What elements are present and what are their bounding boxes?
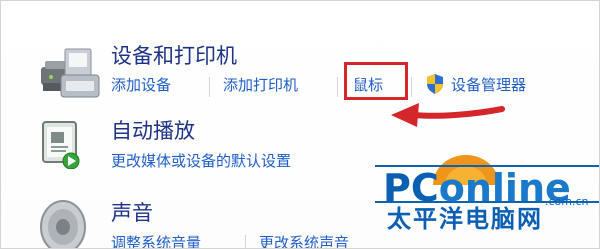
callout-highlight-box	[344, 62, 408, 100]
devices-printers-title[interactable]: 设备和打印机	[111, 46, 237, 67]
change-default-settings-link[interactable]: 更改媒体或设备的默认设置	[111, 154, 291, 169]
link-divider	[337, 77, 338, 97]
watermark-chinese-name: 太平洋电脑网	[387, 205, 543, 233]
watermark-domain: .com.cn	[545, 195, 589, 208]
autoplay-icon[interactable]	[41, 119, 81, 169]
watermark-brand: PConline	[383, 169, 571, 207]
adjust-volume-link[interactable]: 调整系统音量	[111, 236, 201, 249]
uac-shield-icon	[427, 74, 443, 94]
link-divider	[411, 77, 412, 97]
watermark-brand-pc: PC	[383, 166, 439, 210]
device-manager-link[interactable]: 设备管理器	[451, 78, 526, 93]
devices-printers-icon[interactable]	[39, 45, 105, 105]
pconline-watermark: PConline .com.cn 太平洋电脑网	[375, 151, 599, 248]
control-panel-hardware-and-sound: 设备和打印机 添加设备 添加打印机 鼠标 设备管理器 自动播放 更改媒体或设备的…	[0, 0, 600, 249]
speaker-icon[interactable]	[39, 197, 87, 249]
change-sounds-link[interactable]: 更改系统声音	[259, 236, 349, 249]
callout-arrow-icon	[391, 103, 505, 127]
autoplay-title[interactable]: 自动播放	[111, 121, 195, 142]
add-printer-link[interactable]: 添加打印机	[223, 78, 298, 93]
link-divider	[245, 235, 246, 248]
add-device-link[interactable]: 添加设备	[111, 78, 171, 93]
link-divider	[209, 77, 210, 97]
sound-title[interactable]: 声音	[111, 203, 153, 224]
